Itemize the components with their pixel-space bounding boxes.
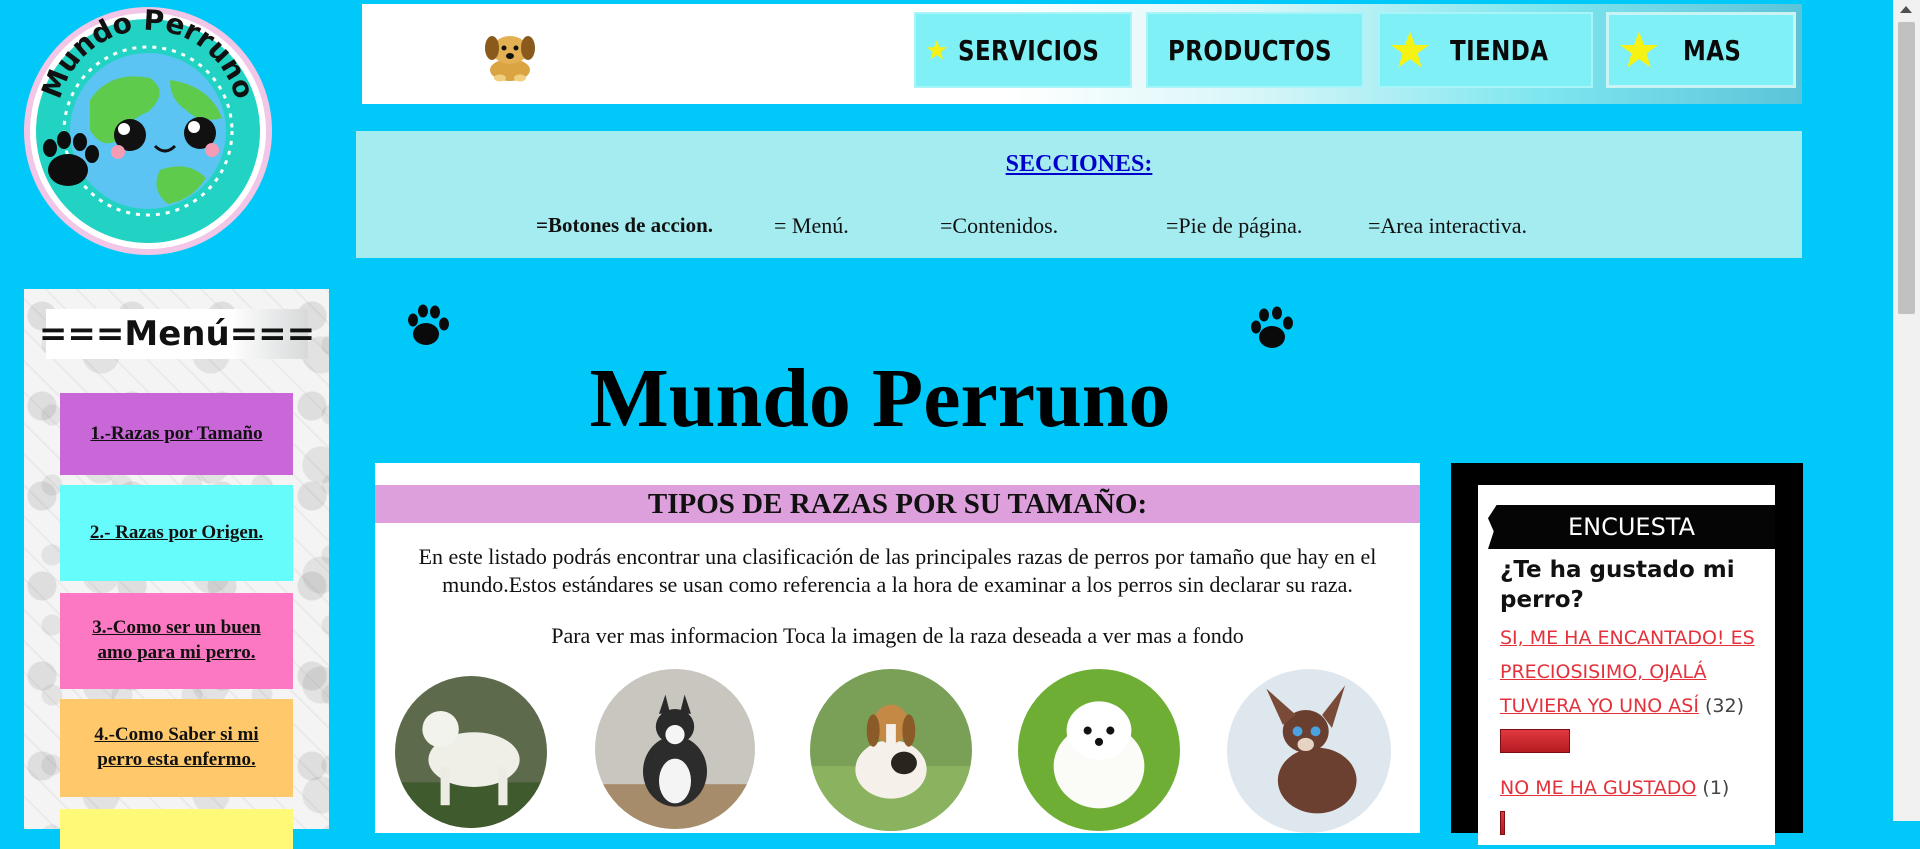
poll-header: ENCUESTA xyxy=(1488,505,1775,549)
scrollbar-thumb[interactable] xyxy=(1898,22,1915,314)
top-navigation: SERVICIOS PRODUCTOS TIENDA MAS xyxy=(362,4,1802,104)
puppy-icon xyxy=(470,30,550,82)
nav-servicios-label: SERVICIOS xyxy=(957,33,1099,67)
scroll-up-arrow-icon[interactable] xyxy=(1900,6,1912,13)
poll-panel: ENCUESTA ¿Te ha gustado mi perro? SI, ME… xyxy=(1478,485,1775,845)
star-icon xyxy=(1619,31,1659,68)
sidebar-menu: ===Menú=== 1.-Razas por Tamaño 2.- Razas… xyxy=(24,289,329,849)
poll-option-count: (1) xyxy=(1702,777,1730,799)
content-hint: Para ver mas informacion Toca la imagen … xyxy=(551,623,1244,648)
content-panel: TIPOS DE RAZAS POR SU TAMAÑO: En este li… xyxy=(375,463,1420,833)
nav-mas-button[interactable]: MAS xyxy=(1606,12,1796,88)
menu-item-razas-origen[interactable]: 2.- Razas por Origen. xyxy=(60,485,293,581)
menu-item-razas-tamano[interactable]: 1.-Razas por Tamaño xyxy=(60,393,293,475)
star-icon xyxy=(1390,31,1430,68)
nav-tienda-label: TIENDA xyxy=(1450,33,1549,67)
poll-option: SI, ME HA ENCANTADO! ES PRECIOSISIMO, OJ… xyxy=(1500,621,1770,723)
star-icon xyxy=(926,40,948,60)
section-item-contents: =Contenidos. xyxy=(940,213,1059,238)
nav-productos-button[interactable]: PRODUCTOS xyxy=(1146,12,1364,88)
nav-servicios-button[interactable]: SERVICIOS xyxy=(914,12,1132,88)
breed-image-white-large-dog[interactable] xyxy=(395,676,547,828)
section-item-interactive-area: =Area interactiva. xyxy=(1368,213,1527,238)
menu-item-buen-amo[interactable]: 3.-Como ser un buen amo para mi perro. xyxy=(60,593,293,689)
breed-image-chihuahua[interactable] xyxy=(1227,669,1391,833)
paw-icon xyxy=(1246,305,1298,357)
sections-panel: SECCIONES: =Botones de accion. = Menú. =… xyxy=(356,131,1802,258)
content-description: En este listado podrás encontrar una cla… xyxy=(418,544,1377,597)
poll-question: ¿Te ha gustado mi perro? xyxy=(1500,557,1735,613)
menu-item-5[interactable] xyxy=(60,809,293,849)
breed-image-maltese[interactable] xyxy=(1018,669,1180,831)
poll-widget: ENCUESTA ¿Te ha gustado mi perro? SI, ME… xyxy=(1451,463,1803,845)
content-heading: TIPOS DE RAZAS POR SU TAMAÑO: xyxy=(375,485,1420,523)
page-title: Mundo Perruno xyxy=(589,352,1171,445)
poll-result-bar xyxy=(1500,729,1570,753)
site-logo[interactable]: Mundo Perruno xyxy=(10,0,286,262)
poll-result-bar xyxy=(1500,811,1505,835)
menu-title: ===Menú=== xyxy=(39,309,315,359)
section-item-footer: =Pie de página. xyxy=(1166,213,1303,238)
section-item-action-buttons: =Botones de accion. xyxy=(536,213,714,237)
breed-image-husky[interactable] xyxy=(595,669,755,829)
nav-tienda-button[interactable]: TIENDA xyxy=(1378,12,1593,88)
nav-productos-label: PRODUCTOS xyxy=(1168,33,1332,67)
nav-mas-label: MAS xyxy=(1683,33,1742,67)
poll-option: NO ME HA GUSTADO (1) xyxy=(1500,771,1770,805)
sections-title-link[interactable]: SECCIONES: xyxy=(356,151,1802,178)
paw-icon xyxy=(404,302,456,354)
breed-image-beagle[interactable] xyxy=(810,669,972,831)
menu-item-perro-enfermo[interactable]: 4.-Como Saber si mi perro esta enfermo. xyxy=(60,699,293,797)
vertical-scrollbar[interactable] xyxy=(1893,0,1920,821)
poll-option-link-no[interactable]: NO ME HA GUSTADO xyxy=(1500,777,1696,799)
poll-option-count: (32) xyxy=(1704,695,1744,717)
section-item-menu: = Menú. xyxy=(774,213,849,238)
